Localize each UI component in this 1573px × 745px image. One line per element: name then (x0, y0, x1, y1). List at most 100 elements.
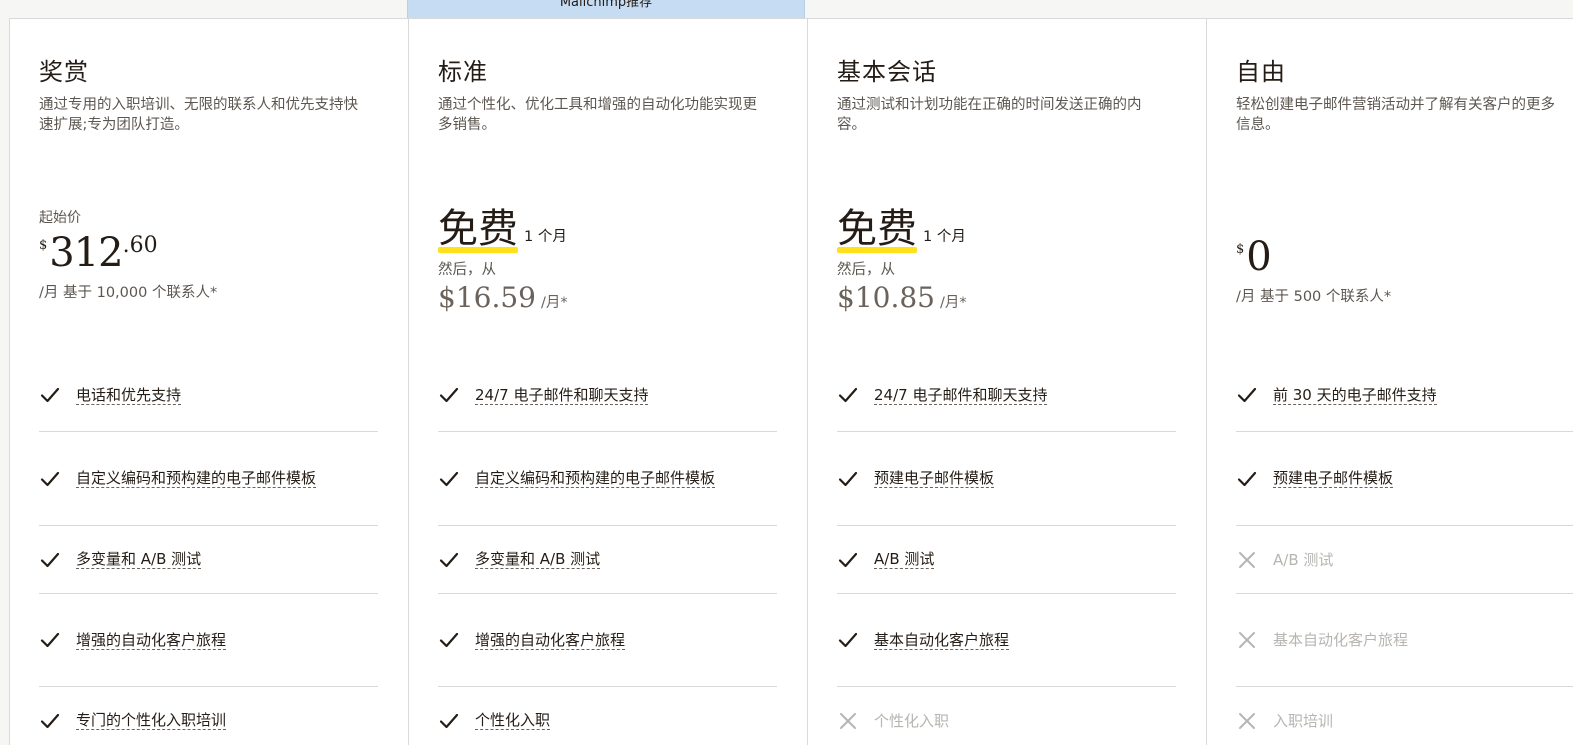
plan-card-free: 自由 轻松创建电子邮件营销活动并了解有关客户的更多信息。 $ 0 /月 基于 5… (1207, 19, 1573, 745)
feature-tooltip-link[interactable]: 多变量和 A/B 测试 (76, 550, 202, 569)
feature-list: 前 30 天的电子邮件支持 预建电子邮件模板 A/B 测试 基本自动化客户旅程 … (1236, 359, 1573, 745)
check-icon (837, 549, 859, 571)
then-amount: $16.59 (438, 281, 536, 314)
then-label: 然后，从 (438, 262, 496, 278)
feature-tooltip-link[interactable]: 前 30 天的电子邮件支持 (1273, 386, 1437, 405)
feature-label: 个性化入职 (874, 711, 950, 730)
feature-item: 24/7 电子邮件和聊天支持 (837, 359, 1176, 432)
feature-tooltip-link[interactable]: 预建电子邮件模板 (874, 469, 995, 488)
free-trial: 免费 1 个月 (438, 206, 778, 253)
feature-tooltip-link[interactable]: 增强的自动化客户旅程 (76, 631, 227, 650)
check-icon (837, 384, 859, 406)
feature-item: 个性化入职 (438, 687, 777, 745)
check-icon (39, 629, 61, 651)
feature-item: 多变量和 A/B 测试 (39, 526, 378, 594)
check-icon (39, 384, 61, 406)
feature-tooltip-link[interactable]: 专门的个性化入职培训 (76, 711, 227, 730)
feature-tooltip-link[interactable]: 电话和优先支持 (76, 386, 182, 405)
check-icon (438, 549, 460, 571)
check-icon (837, 468, 859, 490)
feature-tooltip-link[interactable]: 24/7 电子邮件和聊天支持 (475, 386, 649, 405)
feature-item: 预建电子邮件模板 (837, 432, 1176, 526)
plan-name: 标准 (438, 58, 488, 86)
check-icon (438, 629, 460, 651)
plan-name: 基本会话 (837, 58, 937, 86)
feature-item: 增强的自动化客户旅程 (438, 594, 777, 687)
plan-card-premium: 奖赏 通过专用的入职培训、无限的联系人和优先支持快速扩展;专为团队打造。 起始价… (10, 19, 409, 745)
free-trial: 免费 1 个月 (837, 206, 1177, 253)
feature-tooltip-link[interactable]: 个性化入职 (475, 711, 551, 730)
feature-list: 24/7 电子邮件和聊天支持 预建电子邮件模板 A/B 测试 基本自动化客户旅程… (837, 359, 1176, 745)
then-amount: $10.85 (837, 281, 935, 314)
plan-card-essentials: 基本会话 通过测试和计划功能在正确的时间发送正确的内容。 免费 1 个月 然后，… (808, 19, 1207, 745)
plan-name: 自由 (1236, 58, 1286, 86)
feature-item: 增强的自动化客户旅程 (39, 594, 378, 687)
feature-item: A/B 测试 (1236, 526, 1573, 594)
then-price: $10.85 /月* (837, 281, 1177, 314)
feature-item: 前 30 天的电子邮件支持 (1236, 359, 1573, 432)
plan-description: 通过个性化、优化工具和增强的自动化功能实现更多销售。 (438, 97, 757, 133)
feature-list: 电话和优先支持 自定义编码和预构建的电子邮件模板 多变量和 A/B 测试 增强的… (39, 359, 378, 745)
recommended-banner: Mailchimp推荐 (407, 0, 805, 18)
check-icon (438, 384, 460, 406)
cross-icon (1236, 710, 1258, 732)
cross-icon (1236, 549, 1258, 571)
plan-name: 奖赏 (39, 58, 89, 86)
pricing-cards: 奖赏 通过专用的入职培训、无限的联系人和优先支持快速扩展;专为团队打造。 起始价… (9, 18, 1573, 745)
feature-tooltip-link[interactable]: 基本自动化客户旅程 (874, 631, 1010, 650)
price-integer: 0 (1246, 234, 1271, 280)
price-block: 起始价 $ 312 .60 /月 基于 10,000 个联系人* (39, 207, 379, 302)
check-icon (438, 710, 460, 732)
feature-item: 多变量和 A/B 测试 (438, 526, 777, 594)
feature-label: 入职培训 (1273, 711, 1334, 730)
currency-symbol: $ (1236, 242, 1245, 257)
check-icon (438, 468, 460, 490)
check-icon (39, 549, 61, 571)
plan-description: 通过测试和计划功能在正确的时间发送正确的内容。 (837, 97, 1142, 133)
then-price: $16.59 /月* (438, 281, 778, 314)
currency-symbol: $ (39, 238, 48, 253)
feature-tooltip-link[interactable]: 自定义编码和预构建的电子邮件模板 (475, 469, 716, 488)
feature-item: 预建电子邮件模板 (1236, 432, 1573, 526)
feature-tooltip-link[interactable]: 增强的自动化客户旅程 (475, 631, 626, 650)
price: $ 312 .60 (39, 233, 379, 273)
cross-icon (1236, 629, 1258, 651)
plan-description: 轻松创建电子邮件营销活动并了解有关客户的更多信息。 (1236, 97, 1555, 133)
feature-item: 自定义编码和预构建的电子邮件模板 (39, 432, 378, 526)
free-label: 免费 (438, 206, 518, 253)
feature-item: 入职培训 (1236, 687, 1573, 745)
feature-tooltip-link[interactable]: A/B 测试 (874, 550, 935, 569)
price-note: /月 基于 500 个联系人* (1236, 289, 1392, 305)
plan-description: 通过专用的入职培训、无限的联系人和优先支持快速扩展;专为团队打造。 (39, 97, 358, 133)
free-period: 1 个月 (524, 229, 567, 245)
check-icon (1236, 468, 1258, 490)
feature-label: A/B 测试 (1273, 550, 1334, 569)
feature-tooltip-link[interactable]: 多变量和 A/B 测试 (475, 550, 601, 569)
plan-card-standard: 标准 通过个性化、优化工具和增强的自动化功能实现更多销售。 免费 1 个月 然后… (409, 19, 808, 745)
then-label: 然后，从 (837, 262, 895, 278)
feature-item: 基本自动化客户旅程 (1236, 594, 1573, 687)
price-note: /月 基于 10,000 个联系人* (39, 285, 218, 301)
recommended-banner-label: Mailchimp推荐 (559, 0, 653, 10)
feature-item: 自定义编码和预构建的电子邮件模板 (438, 432, 777, 526)
price-decimal: .60 (122, 233, 158, 258)
then-period: /月* (540, 295, 568, 311)
feature-label: 基本自动化客户旅程 (1273, 631, 1409, 649)
then-period: /月* (939, 295, 967, 311)
feature-tooltip-link[interactable]: 自定义编码和预构建的电子邮件模板 (76, 469, 317, 488)
free-period: 1 个月 (923, 229, 966, 245)
feature-tooltip-link[interactable]: 预建电子邮件模板 (1273, 469, 1394, 488)
check-icon (39, 710, 61, 732)
feature-item: 24/7 电子邮件和聊天支持 (438, 359, 777, 432)
feature-tooltip-link[interactable]: 24/7 电子邮件和聊天支持 (874, 386, 1048, 405)
price-block: 免费 1 个月 然后，从 $10.85 /月* (837, 206, 1177, 314)
price: $ 0 (1236, 237, 1573, 277)
price-block: 免费 1 个月 然后，从 $16.59 /月* (438, 206, 778, 314)
free-label: 免费 (837, 206, 917, 253)
feature-list: 24/7 电子邮件和聊天支持 自定义编码和预构建的电子邮件模板 多变量和 A/B… (438, 359, 777, 745)
cross-icon (837, 710, 859, 732)
check-icon (1236, 384, 1258, 406)
check-icon (837, 629, 859, 651)
feature-item: 专门的个性化入职培训 (39, 687, 378, 745)
pricing-page: Mailchimp推荐 奖赏 通过专用的入职培训、无限的联系人和优先支持快速扩展… (0, 0, 1573, 745)
